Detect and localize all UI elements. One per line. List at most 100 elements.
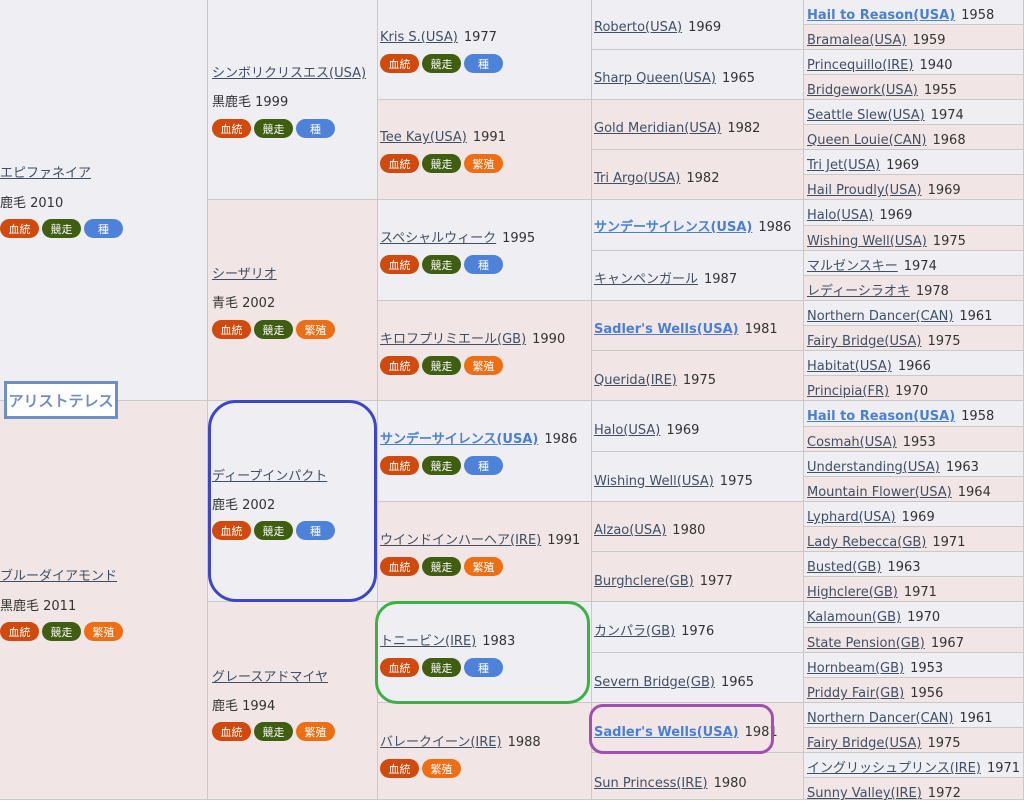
horse-link[interactable]: Halo(USA) bbox=[594, 423, 660, 438]
horse-link[interactable]: State Pension(GB) bbox=[807, 636, 925, 651]
horse-link[interactable]: Sadler's Wells(USA) bbox=[594, 725, 739, 740]
horse-link[interactable]: Alzao(USA) bbox=[594, 523, 666, 538]
horse-link[interactable]: Hail to Reason(USA) bbox=[807, 8, 955, 23]
breeding-button[interactable]: 繁殖 bbox=[296, 722, 335, 741]
racing-button[interactable]: 競走 bbox=[254, 119, 293, 138]
racing-button[interactable]: 競走 bbox=[422, 557, 461, 576]
horse-link[interactable]: Wishing Well(USA) bbox=[594, 474, 714, 489]
horse-link[interactable]: レディーシラオキ bbox=[807, 284, 910, 299]
horse-link[interactable]: Roberto(USA) bbox=[594, 20, 682, 35]
horse-link[interactable]: Queen Louie(CAN) bbox=[807, 133, 927, 148]
bloodline-button[interactable]: 血統 bbox=[380, 356, 419, 375]
racing-button[interactable]: 競走 bbox=[422, 154, 461, 173]
horse-link[interactable]: Northern Dancer(CAN) bbox=[807, 309, 953, 324]
bloodline-button[interactable]: 血統 bbox=[0, 219, 39, 238]
racing-button[interactable]: 競走 bbox=[422, 54, 461, 73]
horse-link[interactable]: シーザリオ bbox=[212, 267, 277, 282]
horse-link[interactable]: Tee Kay(USA) bbox=[380, 130, 467, 145]
horse-link[interactable]: Priddy Fair(GB) bbox=[807, 686, 904, 701]
horse-link[interactable]: Lyphard(USA) bbox=[807, 510, 896, 525]
horse-link[interactable]: Halo(USA) bbox=[807, 208, 873, 223]
horse-link[interactable]: Wishing Well(USA) bbox=[807, 234, 927, 249]
horse-link[interactable]: ディープインパクト bbox=[212, 469, 327, 484]
horse-link[interactable]: バレークイーン(IRE) bbox=[380, 735, 502, 750]
stallion-button[interactable]: 種 bbox=[464, 658, 503, 677]
horse-link[interactable]: Tri Jet(USA) bbox=[807, 158, 880, 173]
bloodline-button[interactable]: 血統 bbox=[380, 658, 419, 677]
horse-link[interactable]: Habitat(USA) bbox=[807, 359, 892, 374]
racing-button[interactable]: 競走 bbox=[422, 255, 461, 274]
horse-link[interactable]: Cosmah(USA) bbox=[807, 435, 897, 450]
horse-link[interactable]: Principia(FR) bbox=[807, 384, 889, 399]
horse-link[interactable]: サンデーサイレンス(USA) bbox=[380, 432, 538, 447]
bloodline-button[interactable]: 血統 bbox=[380, 154, 419, 173]
horse-link[interactable]: Sun Princess(IRE) bbox=[594, 776, 708, 791]
horse-link[interactable]: Hail to Reason(USA) bbox=[807, 409, 955, 424]
bloodline-button[interactable]: 血統 bbox=[380, 255, 419, 274]
horse-link[interactable]: Lady Rebecca(GB) bbox=[807, 535, 926, 550]
horse-link[interactable]: キロフプリミエール(GB) bbox=[380, 332, 526, 347]
bloodline-button[interactable]: 血統 bbox=[0, 622, 39, 641]
breeding-button[interactable]: 繁殖 bbox=[464, 356, 503, 375]
horse-link[interactable]: ウインドインハーヘア(IRE) bbox=[380, 533, 541, 548]
racing-button[interactable]: 競走 bbox=[42, 219, 81, 238]
horse-link[interactable]: Burghclere(GB) bbox=[594, 574, 694, 589]
horse-link[interactable]: Fairy Bridge(USA) bbox=[807, 334, 921, 349]
horse-link[interactable]: Northern Dancer(CAN) bbox=[807, 711, 953, 726]
breeding-button[interactable]: 繁殖 bbox=[296, 320, 335, 339]
horse-link[interactable]: シンボリクリスエス(USA) bbox=[212, 66, 366, 81]
horse-link[interactable]: Tri Argo(USA) bbox=[594, 171, 680, 186]
horse-link[interactable]: Hail Proudly(USA) bbox=[807, 183, 922, 198]
racing-button[interactable]: 競走 bbox=[254, 722, 293, 741]
horse-link[interactable]: グレースアドマイヤ bbox=[212, 670, 328, 685]
stallion-button[interactable]: 種 bbox=[464, 255, 503, 274]
racing-button[interactable]: 競走 bbox=[422, 356, 461, 375]
stallion-button[interactable]: 種 bbox=[84, 219, 123, 238]
racing-button[interactable]: 競走 bbox=[254, 320, 293, 339]
horse-link[interactable]: Kris S.(USA) bbox=[380, 30, 458, 45]
bloodline-button[interactable]: 血統 bbox=[212, 521, 251, 540]
bloodline-button[interactable]: 血統 bbox=[212, 320, 251, 339]
racing-button[interactable]: 競走 bbox=[422, 456, 461, 475]
bloodline-button[interactable]: 血統 bbox=[212, 119, 251, 138]
stallion-button[interactable]: 種 bbox=[296, 119, 335, 138]
bloodline-button[interactable]: 血統 bbox=[380, 759, 419, 778]
breeding-button[interactable]: 繁殖 bbox=[464, 154, 503, 173]
bloodline-button[interactable]: 血統 bbox=[212, 722, 251, 741]
horse-link[interactable]: Sharp Queen(USA) bbox=[594, 71, 716, 86]
horse-link[interactable]: Understanding(USA) bbox=[807, 460, 940, 475]
horse-link[interactable]: Kalamoun(GB) bbox=[807, 610, 901, 625]
horse-link[interactable]: Sunny Valley(IRE) bbox=[807, 786, 922, 801]
horse-link[interactable]: Fairy Bridge(USA) bbox=[807, 736, 921, 751]
dam-link[interactable]: ブルーダイアモンド bbox=[0, 569, 117, 584]
horse-link[interactable]: Querida(IRE) bbox=[594, 373, 677, 388]
horse-link[interactable]: Hornbeam(GB) bbox=[807, 661, 904, 676]
horse-link[interactable]: サンデーサイレンス(USA) bbox=[594, 220, 752, 235]
horse-link[interactable]: Busted(GB) bbox=[807, 560, 881, 575]
horse-link[interactable]: カンパラ(GB) bbox=[594, 624, 675, 639]
horse-link[interactable]: Bramalea(USA) bbox=[807, 33, 906, 48]
bloodline-button[interactable]: 血統 bbox=[380, 557, 419, 576]
horse-link[interactable]: Seattle Slew(USA) bbox=[807, 108, 925, 123]
horse-link[interactable]: Sadler's Wells(USA) bbox=[594, 322, 739, 337]
horse-link[interactable]: Highclere(GB) bbox=[807, 585, 898, 600]
horse-link[interactable]: Bridgework(USA) bbox=[807, 83, 918, 98]
racing-button[interactable]: 競走 bbox=[254, 521, 293, 540]
racing-button[interactable]: 競走 bbox=[422, 658, 461, 677]
horse-link[interactable]: Princequillo(IRE) bbox=[807, 58, 913, 73]
horse-link[interactable]: マルゼンスキー bbox=[807, 259, 898, 274]
bloodline-button[interactable]: 血統 bbox=[380, 54, 419, 73]
breeding-button[interactable]: 繁殖 bbox=[422, 759, 461, 778]
horse-link[interactable]: Mountain Flower(USA) bbox=[807, 485, 952, 500]
bloodline-button[interactable]: 血統 bbox=[380, 456, 419, 475]
breeding-button[interactable]: 繁殖 bbox=[84, 622, 123, 641]
horse-link[interactable]: キャンペンガール bbox=[594, 272, 698, 287]
breeding-button[interactable]: 繁殖 bbox=[464, 557, 503, 576]
stallion-button[interactable]: 種 bbox=[296, 521, 335, 540]
horse-link[interactable]: Gold Meridian(USA) bbox=[594, 121, 721, 136]
stallion-button[interactable]: 種 bbox=[464, 456, 503, 475]
horse-link[interactable]: Severn Bridge(GB) bbox=[594, 675, 715, 690]
horse-link[interactable]: トニービン(IRE) bbox=[380, 634, 476, 649]
sire-link[interactable]: エピファネイア bbox=[0, 166, 91, 181]
horse-link[interactable]: イングリッシュプリンス(IRE) bbox=[807, 761, 981, 776]
